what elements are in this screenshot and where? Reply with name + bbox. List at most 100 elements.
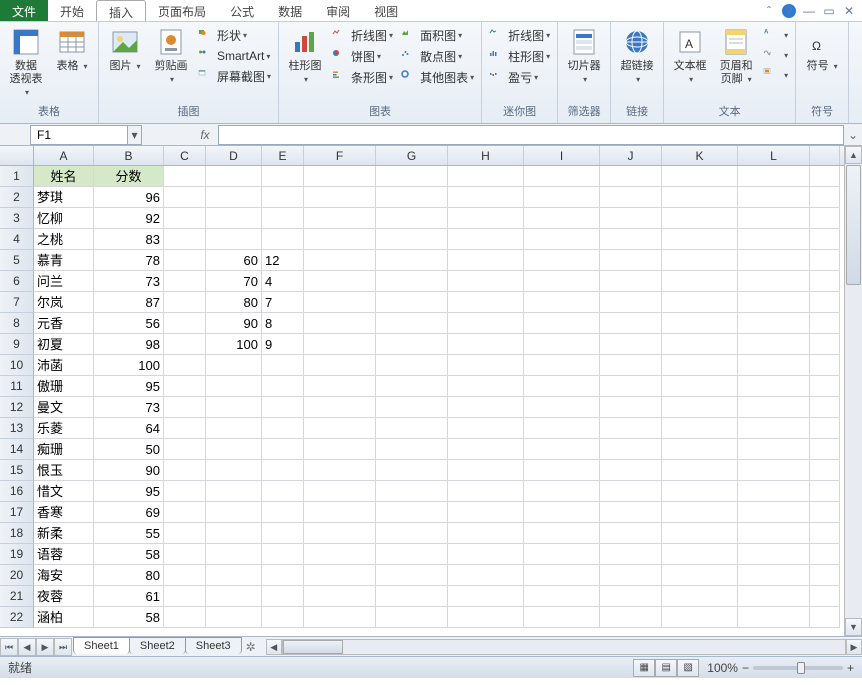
- cell-H21[interactable]: [448, 586, 524, 607]
- row-header-17[interactable]: 17: [0, 502, 34, 523]
- cell-extra[interactable]: [810, 271, 840, 292]
- cell-A18[interactable]: 新柔: [34, 523, 94, 544]
- cell-D16[interactable]: [206, 481, 262, 502]
- cell-K19[interactable]: [662, 544, 738, 565]
- name-box-dropdown[interactable]: ▾: [128, 125, 142, 145]
- cell-extra[interactable]: [810, 397, 840, 418]
- col-header-I[interactable]: I: [524, 146, 600, 165]
- sheet-nav-next-icon[interactable]: ▶: [36, 638, 54, 656]
- cell-I19[interactable]: [524, 544, 600, 565]
- wordart-button[interactable]: A▾: [760, 26, 791, 44]
- cell-H12[interactable]: [448, 397, 524, 418]
- cell-E12[interactable]: [262, 397, 304, 418]
- vscroll-thumb[interactable]: [846, 165, 861, 285]
- cell-E22[interactable]: [262, 607, 304, 628]
- cell-L3[interactable]: [738, 208, 810, 229]
- col-header-H[interactable]: H: [448, 146, 524, 165]
- cell-G16[interactable]: [376, 481, 448, 502]
- cell-K18[interactable]: [662, 523, 738, 544]
- cell-G1[interactable]: [376, 166, 448, 187]
- scroll-left-icon[interactable]: ◀: [266, 639, 282, 655]
- cell-F12[interactable]: [304, 397, 376, 418]
- cell-L16[interactable]: [738, 481, 810, 502]
- cell-F10[interactable]: [304, 355, 376, 376]
- sheet-nav-last-icon[interactable]: ⏭: [54, 638, 72, 656]
- cell-G14[interactable]: [376, 439, 448, 460]
- col-header-G[interactable]: G: [376, 146, 448, 165]
- col-header-K[interactable]: K: [662, 146, 738, 165]
- cell-G21[interactable]: [376, 586, 448, 607]
- cell-I2[interactable]: [524, 187, 600, 208]
- cell-A4[interactable]: 之桃: [34, 229, 94, 250]
- cell-A10[interactable]: 沛菡: [34, 355, 94, 376]
- cell-J5[interactable]: [600, 250, 662, 271]
- cell-J8[interactable]: [600, 313, 662, 334]
- cell-extra[interactable]: [810, 565, 840, 586]
- scatter-chart-button[interactable]: 散点图▾: [398, 47, 477, 66]
- menu-tab-6[interactable]: 视图: [362, 0, 410, 21]
- scroll-up-icon[interactable]: ▲: [845, 146, 862, 164]
- cell-K22[interactable]: [662, 607, 738, 628]
- sparkline-winloss-button[interactable]: 盈亏▾: [486, 68, 553, 87]
- cell-K13[interactable]: [662, 418, 738, 439]
- cell-A6[interactable]: 问兰: [34, 271, 94, 292]
- cell-extra[interactable]: [810, 292, 840, 313]
- cell-D17[interactable]: [206, 502, 262, 523]
- name-box[interactable]: F1: [30, 125, 128, 145]
- cell-E16[interactable]: [262, 481, 304, 502]
- cell-B21[interactable]: 61: [94, 586, 164, 607]
- cell-extra[interactable]: [810, 502, 840, 523]
- cell-B12[interactable]: 73: [94, 397, 164, 418]
- cell-extra[interactable]: [810, 439, 840, 460]
- cell-J9[interactable]: [600, 334, 662, 355]
- cell-K1[interactable]: [662, 166, 738, 187]
- cell-K12[interactable]: [662, 397, 738, 418]
- cell-L2[interactable]: [738, 187, 810, 208]
- cell-K16[interactable]: [662, 481, 738, 502]
- cell-J21[interactable]: [600, 586, 662, 607]
- cell-B20[interactable]: 80: [94, 565, 164, 586]
- cell-B9[interactable]: 98: [94, 334, 164, 355]
- cell-H9[interactable]: [448, 334, 524, 355]
- menu-tab-1[interactable]: 插入: [96, 0, 146, 21]
- cell-F2[interactable]: [304, 187, 376, 208]
- cell-I12[interactable]: [524, 397, 600, 418]
- new-sheet-icon[interactable]: ✲: [246, 640, 256, 654]
- cell-J11[interactable]: [600, 376, 662, 397]
- cell-D3[interactable]: [206, 208, 262, 229]
- cell-extra[interactable]: [810, 481, 840, 502]
- cell-B8[interactable]: 56: [94, 313, 164, 334]
- cell-I14[interactable]: [524, 439, 600, 460]
- cell-H8[interactable]: [448, 313, 524, 334]
- textbox-button[interactable]: A文本框 ▾: [668, 24, 712, 88]
- cell-H3[interactable]: [448, 208, 524, 229]
- cell-H4[interactable]: [448, 229, 524, 250]
- cell-J3[interactable]: [600, 208, 662, 229]
- cell-C7[interactable]: [164, 292, 206, 313]
- cell-I20[interactable]: [524, 565, 600, 586]
- cell-extra[interactable]: [810, 418, 840, 439]
- scroll-right-icon[interactable]: ▶: [846, 639, 862, 655]
- cell-F13[interactable]: [304, 418, 376, 439]
- col-header-A[interactable]: A: [34, 146, 94, 165]
- table-button[interactable]: 表格 ▾: [50, 24, 94, 75]
- cell-I22[interactable]: [524, 607, 600, 628]
- cell-B5[interactable]: 78: [94, 250, 164, 271]
- cell-B17[interactable]: 69: [94, 502, 164, 523]
- cell-C16[interactable]: [164, 481, 206, 502]
- cell-L9[interactable]: [738, 334, 810, 355]
- area-chart-button[interactable]: 面积图▾: [398, 26, 477, 45]
- select-all-corner[interactable]: [0, 146, 34, 165]
- shapes-button[interactable]: 形状▾: [195, 26, 274, 45]
- cell-G9[interactable]: [376, 334, 448, 355]
- cell-H19[interactable]: [448, 544, 524, 565]
- cell-C6[interactable]: [164, 271, 206, 292]
- row-header-12[interactable]: 12: [0, 397, 34, 418]
- cell-G6[interactable]: [376, 271, 448, 292]
- cell-I15[interactable]: [524, 460, 600, 481]
- cell-H17[interactable]: [448, 502, 524, 523]
- cell-I17[interactable]: [524, 502, 600, 523]
- cell-L11[interactable]: [738, 376, 810, 397]
- cell-I3[interactable]: [524, 208, 600, 229]
- cell-H1[interactable]: [448, 166, 524, 187]
